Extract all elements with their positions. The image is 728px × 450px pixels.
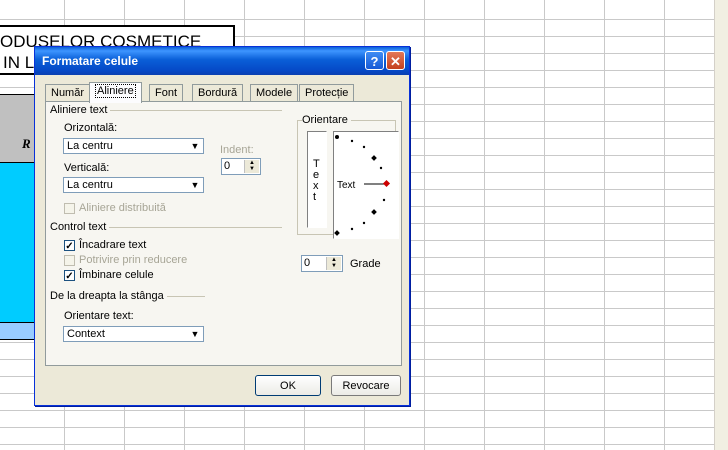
chevron-down-icon[interactable]: ▼ xyxy=(188,328,202,340)
shrink-to-fit-label: Potrivire prin reducere xyxy=(79,254,188,266)
rtl-group-label: De la dreapta la stânga xyxy=(50,290,167,302)
ok-button[interactable]: OK xyxy=(255,375,321,396)
dial-tick xyxy=(382,198,386,202)
sheet-title-line2: IN L xyxy=(3,53,35,72)
chevron-down-icon[interactable]: ▼ xyxy=(188,140,202,152)
dial-marker[interactable] xyxy=(382,179,391,188)
dial-tick xyxy=(334,230,340,236)
tab-alignment-label: Aliniere xyxy=(95,84,136,98)
shrink-to-fit-checkbox[interactable] xyxy=(64,255,75,266)
indent-value: 0 xyxy=(224,160,231,172)
merge-cells-label: Îmbinare celule xyxy=(79,269,154,281)
degrees-label: Grade xyxy=(350,258,381,270)
alignment-panel: Aliniere text Orizontală: La centru ▼ In… xyxy=(45,101,402,366)
horizontal-select-value: La centru xyxy=(67,140,113,152)
horizontal-label: Orizontală: xyxy=(64,122,118,134)
format-cells-dialog: Formatare celule ? ✕ Număr Aliniere Font… xyxy=(34,46,410,406)
indent-label: Indent: xyxy=(220,144,254,156)
dial-tick xyxy=(362,145,366,149)
help-button[interactable]: ? xyxy=(365,51,384,70)
vertical-letter: t xyxy=(313,191,317,203)
text-alignment-group-label: Aliniere text xyxy=(50,104,111,116)
dial-tick xyxy=(350,139,354,143)
dialog-title: Formatare celule xyxy=(42,54,139,68)
distributed-checkbox[interactable] xyxy=(64,203,75,214)
vertical-select[interactable]: La centru ▼ xyxy=(63,177,204,193)
wrap-text-label: Încadrare text xyxy=(79,239,147,251)
vertical-scrollbar[interactable] xyxy=(714,0,728,450)
indent-spinner[interactable]: 0 ▲ ▼ xyxy=(221,158,261,175)
orientation-dial[interactable]: Text xyxy=(333,131,399,239)
vertical-text-toggle[interactable]: T e x t xyxy=(307,131,327,228)
degrees-spinner[interactable]: 0 ▲ ▼ xyxy=(301,255,343,272)
cancel-button[interactable]: Revocare xyxy=(331,375,401,396)
horizontal-select[interactable]: La centru ▼ xyxy=(63,138,204,154)
orientation-group: Orientare T e x t Text xyxy=(297,114,399,239)
vertical-label: Verticală: xyxy=(64,162,110,174)
dial-tick xyxy=(362,221,366,225)
tab-border[interactable]: Bordură xyxy=(192,84,244,102)
dial-tick xyxy=(350,227,354,231)
sheet-header-text: R xyxy=(22,136,31,151)
text-direction-label: Orientare text: xyxy=(64,310,134,322)
degrees-value: 0 xyxy=(304,257,311,269)
wrap-text-checkbox[interactable]: ✓ xyxy=(64,240,75,252)
tab-patterns[interactable]: Modele xyxy=(250,84,299,102)
dial-tick xyxy=(335,135,339,139)
tab-number[interactable]: Număr xyxy=(45,84,91,102)
vertical-select-value: La centru xyxy=(67,179,113,191)
chevron-down-icon[interactable]: ▼ xyxy=(188,179,202,191)
spinner-arrows-icon[interactable]: ▲ ▼ xyxy=(244,160,259,173)
dial-tick xyxy=(371,209,377,215)
distributed-label: Aliniere distribuită xyxy=(79,202,166,214)
text-direction-value: Context xyxy=(67,328,105,340)
text-control-group-label: Control text xyxy=(50,221,110,233)
dial-tick xyxy=(379,166,383,170)
tab-font[interactable]: Font xyxy=(149,84,184,102)
tab-protection[interactable]: Protecție xyxy=(299,84,355,102)
dialog-titlebar[interactable]: Formatare celule ? ✕ xyxy=(35,47,409,75)
dial-tick xyxy=(371,155,377,161)
merge-cells-checkbox[interactable]: ✓ xyxy=(64,270,75,282)
orientation-group-label: Orientare xyxy=(302,114,351,126)
close-button[interactable]: ✕ xyxy=(386,51,405,70)
spinner-arrows-icon[interactable]: ▲ ▼ xyxy=(326,257,341,270)
dial-text: Text xyxy=(337,180,356,191)
tab-alignment[interactable]: Aliniere xyxy=(89,82,142,103)
text-direction-select[interactable]: Context ▼ xyxy=(63,326,204,342)
